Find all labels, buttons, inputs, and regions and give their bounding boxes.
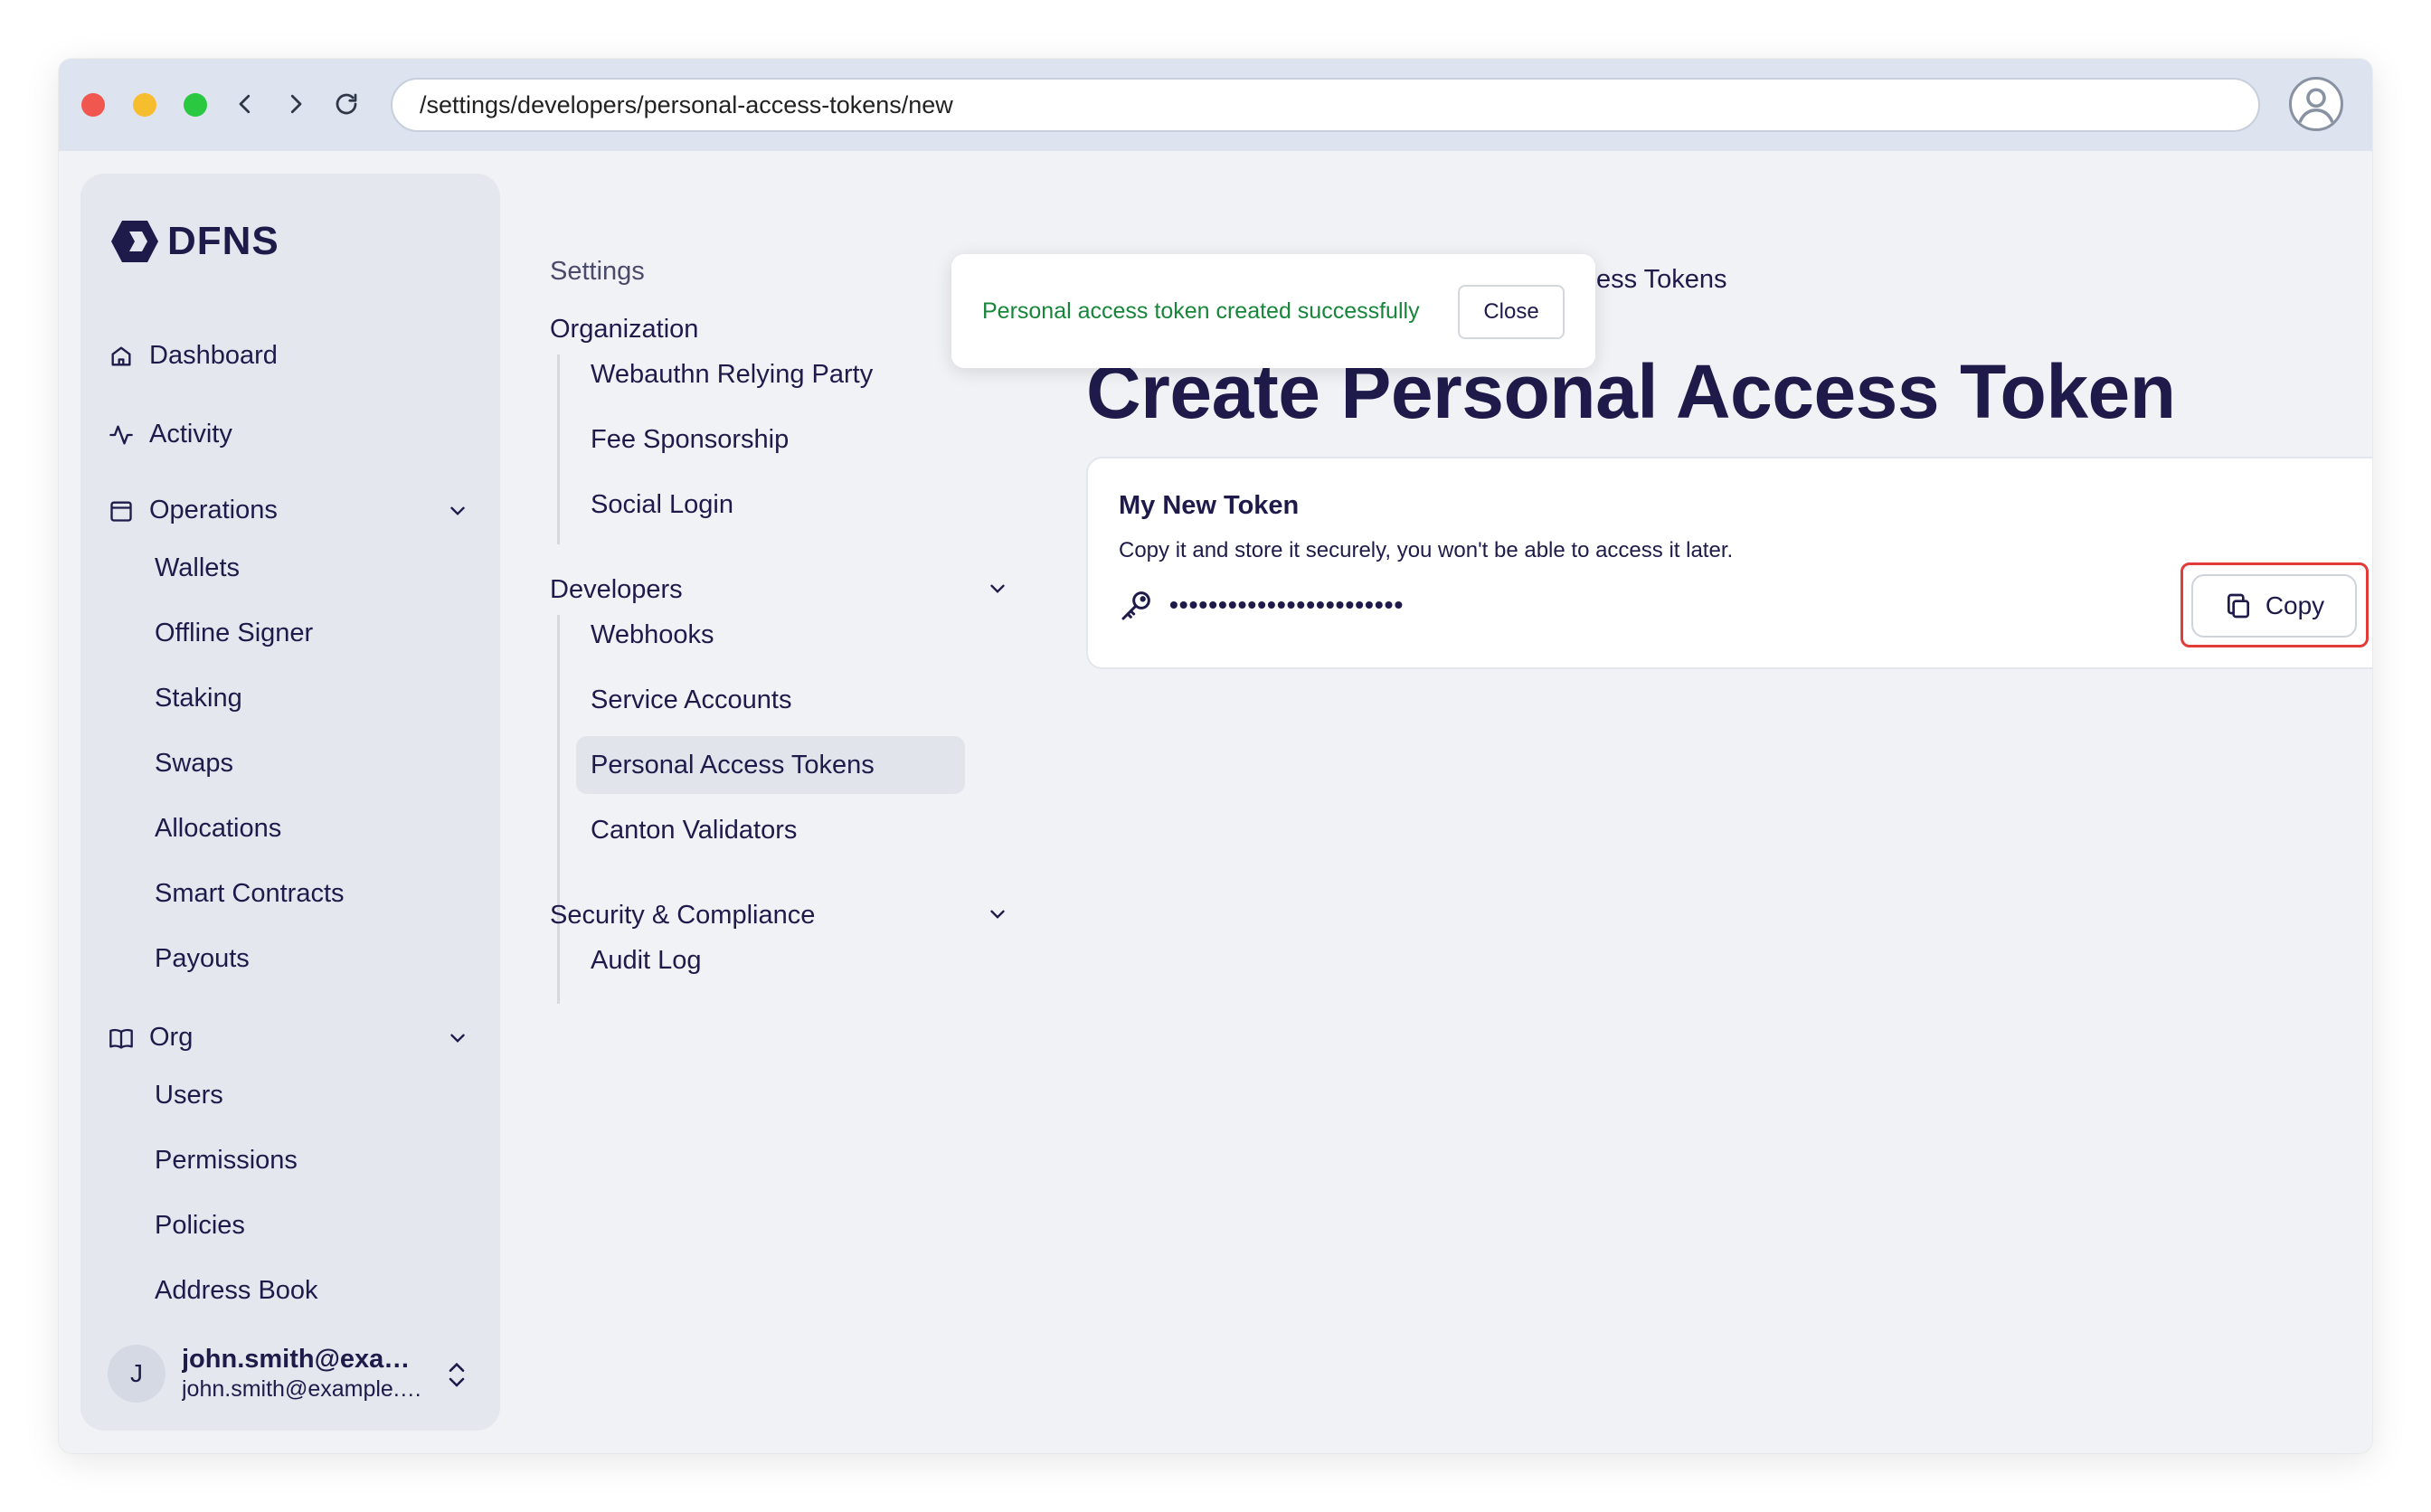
browser-window: /settings/developers/personal-access-tok… [59, 59, 2372, 1453]
activity-icon [108, 421, 135, 449]
address-bar[interactable]: /settings/developers/personal-access-tok… [391, 78, 2260, 132]
close-window-button[interactable] [81, 93, 105, 117]
chevron-up-down-icon[interactable] [444, 1360, 469, 1389]
token-row: •••••••••••••••••••••••• [1119, 587, 1404, 623]
user-menu[interactable]: J john.smith@exam... john.smith@example.… [108, 1342, 478, 1405]
key-icon [1119, 587, 1155, 623]
toast-message: Personal access token created successful… [982, 298, 1420, 324]
home-icon [108, 343, 135, 370]
sidebar-item-address-book[interactable]: Address Book [155, 1276, 318, 1306]
sidebar-item-activity[interactable]: Activity [108, 420, 232, 449]
token-value: •••••••••••••••••••••••• [1169, 591, 1405, 619]
sidebar-item-allocations[interactable]: Allocations [155, 814, 281, 844]
sidebar-item-label: Dashboard [149, 341, 278, 370]
nav-item-social-login[interactable]: Social Login [576, 476, 965, 534]
sidebar-item-dashboard[interactable]: Dashboard [108, 341, 278, 371]
main-sidebar: DFNS Dashboard Activity Operations Walle… [80, 174, 500, 1431]
sidebar-item-offline-signer[interactable]: Offline Signer [155, 619, 313, 648]
sidebar-item-policies[interactable]: Policies [155, 1211, 245, 1241]
chevron-down-icon[interactable] [446, 499, 469, 523]
user-name: john.smith@exam... [182, 1345, 426, 1374]
sidebar-item-org[interactable]: Org [108, 1023, 193, 1053]
sidebar-item-swaps[interactable]: Swaps [155, 749, 233, 779]
nav-item-canton-validators[interactable]: Canton Validators [576, 801, 965, 859]
sidebar-item-staking[interactable]: Staking [155, 684, 242, 713]
nav-group-developers[interactable]: Developers [550, 575, 683, 605]
sidebar-item-users[interactable]: Users [155, 1081, 223, 1110]
avatar: J [108, 1345, 166, 1403]
back-arrow-icon[interactable] [227, 86, 263, 122]
user-email: john.smith@example.c... [182, 1376, 426, 1402]
sidebar-item-wallets[interactable]: Wallets [155, 553, 240, 583]
maximize-window-button[interactable] [184, 93, 207, 117]
book-icon [108, 1025, 135, 1052]
settings-heading: Settings [550, 257, 645, 286]
sidebar-item-label: Org [149, 1023, 194, 1052]
sidebar-item-operations[interactable]: Operations [108, 496, 278, 525]
profile-icon[interactable] [2289, 77, 2343, 131]
chevron-down-icon[interactable] [986, 902, 1009, 926]
success-toast: Personal access token created successful… [951, 254, 1595, 368]
nav-group-security-compliance[interactable]: Security & Compliance [550, 901, 815, 931]
url-text: /settings/developers/personal-access-tok… [420, 90, 953, 118]
nav-item-webhooks[interactable]: Webhooks [576, 606, 965, 664]
minimize-window-button[interactable] [133, 93, 156, 117]
dfns-logo-icon [111, 221, 158, 262]
browser-titlebar: /settings/developers/personal-access-tok… [59, 59, 2372, 151]
toast-close-button[interactable]: Close [1458, 285, 1565, 339]
calendar-icon [108, 497, 135, 524]
breadcrumb[interactable]: ess Tokens [1596, 265, 1727, 295]
reload-icon[interactable] [328, 86, 364, 122]
sidebar-item-label: Activity [149, 420, 232, 449]
token-card: My New Token Copy it and store it secure… [1086, 457, 2372, 669]
nav-item-service-accounts[interactable]: Service Accounts [576, 671, 965, 729]
sidebar-item-label: Operations [149, 496, 278, 524]
nav-divider [557, 354, 560, 544]
brand-name: DFNS [167, 219, 279, 263]
nav-divider [557, 940, 560, 1004]
dfns-logo[interactable]: DFNS [109, 219, 279, 264]
token-name: My New Token [1119, 491, 1300, 520]
chevron-down-icon[interactable] [986, 577, 1009, 600]
copy-icon [2227, 593, 2249, 619]
nav-item-fee-sponsorship[interactable]: Fee Sponsorship [576, 411, 965, 468]
sidebar-item-permissions[interactable]: Permissions [155, 1146, 298, 1176]
copy-button[interactable]: Copy [2191, 574, 2357, 638]
nav-item-webauthn-relying-party[interactable]: Webauthn Relying Party [576, 345, 965, 403]
nav-item-audit-log[interactable]: Audit Log [576, 931, 965, 989]
sidebar-item-smart-contracts[interactable]: Smart Contracts [155, 879, 345, 909]
forward-arrow-icon[interactable] [278, 86, 314, 122]
nav-item-personal-access-tokens[interactable]: Personal Access Tokens [576, 736, 965, 794]
token-description: Copy it and store it securely, you won't… [1119, 538, 1734, 562]
chevron-down-icon[interactable] [446, 1026, 469, 1050]
copy-button-label: Copy [2265, 591, 2325, 619]
nav-group-organization[interactable]: Organization [550, 315, 698, 345]
sidebar-item-payouts[interactable]: Payouts [155, 944, 250, 974]
